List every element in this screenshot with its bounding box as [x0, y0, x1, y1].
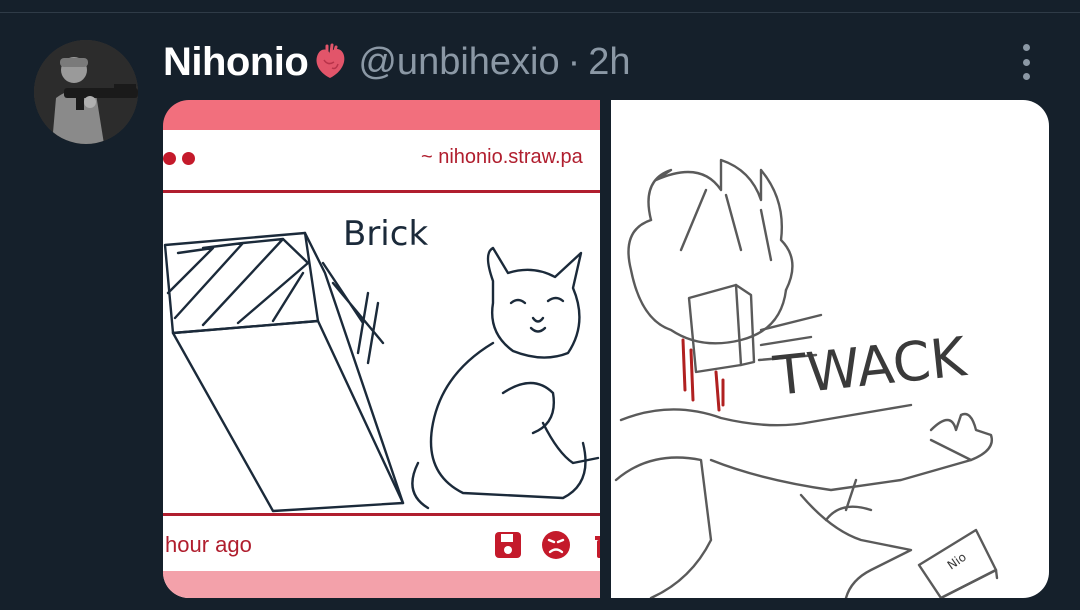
- angry-face-icon[interactable]: [541, 530, 571, 560]
- more-dots-icon: [1022, 73, 1030, 80]
- timestamp[interactable]: 2h: [588, 41, 630, 84]
- trash-icon[interactable]: [591, 530, 600, 560]
- book-label: Nio: [945, 550, 969, 573]
- card-topbar: ~ nihonio.straw.pa: [163, 130, 600, 193]
- separator: ·: [567, 40, 581, 83]
- soldier-avatar-icon: [34, 40, 138, 144]
- screenshot-card: ~ nihonio.straw.pa Brick hour ago: [163, 130, 600, 598]
- more-dots-icon: [1022, 44, 1030, 51]
- card-bottombar: hour ago: [163, 513, 600, 577]
- brick-label: Brick: [343, 214, 428, 254]
- media-grid: ~ nihonio.straw.pa Brick hour ago TWACK …: [163, 100, 1049, 598]
- divider: [0, 12, 1080, 13]
- tweet-header: Nihonio @unbihexio · 2h: [163, 38, 631, 86]
- dot-icon: [182, 152, 195, 165]
- card-footer: [163, 571, 600, 598]
- anatomical-heart-emoji-icon: [316, 43, 345, 78]
- display-name[interactable]: Nihonio: [163, 40, 309, 85]
- dot-icon: [163, 152, 176, 165]
- save-icon[interactable]: [493, 530, 523, 560]
- twack-text: TWACK: [770, 325, 971, 408]
- site-url: ~ nihonio.straw.pa: [421, 146, 583, 168]
- user-handle[interactable]: @unbihexio: [358, 41, 559, 84]
- more-dots-icon: [1022, 58, 1030, 66]
- media-image-left[interactable]: ~ nihonio.straw.pa Brick hour ago: [163, 100, 600, 598]
- post-age: hour ago: [165, 532, 252, 557]
- brick-label-text: Brick: [343, 214, 428, 254]
- twack-drawing: TWACK Nio: [614, 158, 999, 598]
- more-options-button[interactable]: [1010, 44, 1042, 80]
- media-image-right[interactable]: TWACK Nio: [611, 100, 1049, 598]
- avatar[interactable]: [34, 40, 138, 144]
- window-dots: [163, 152, 195, 165]
